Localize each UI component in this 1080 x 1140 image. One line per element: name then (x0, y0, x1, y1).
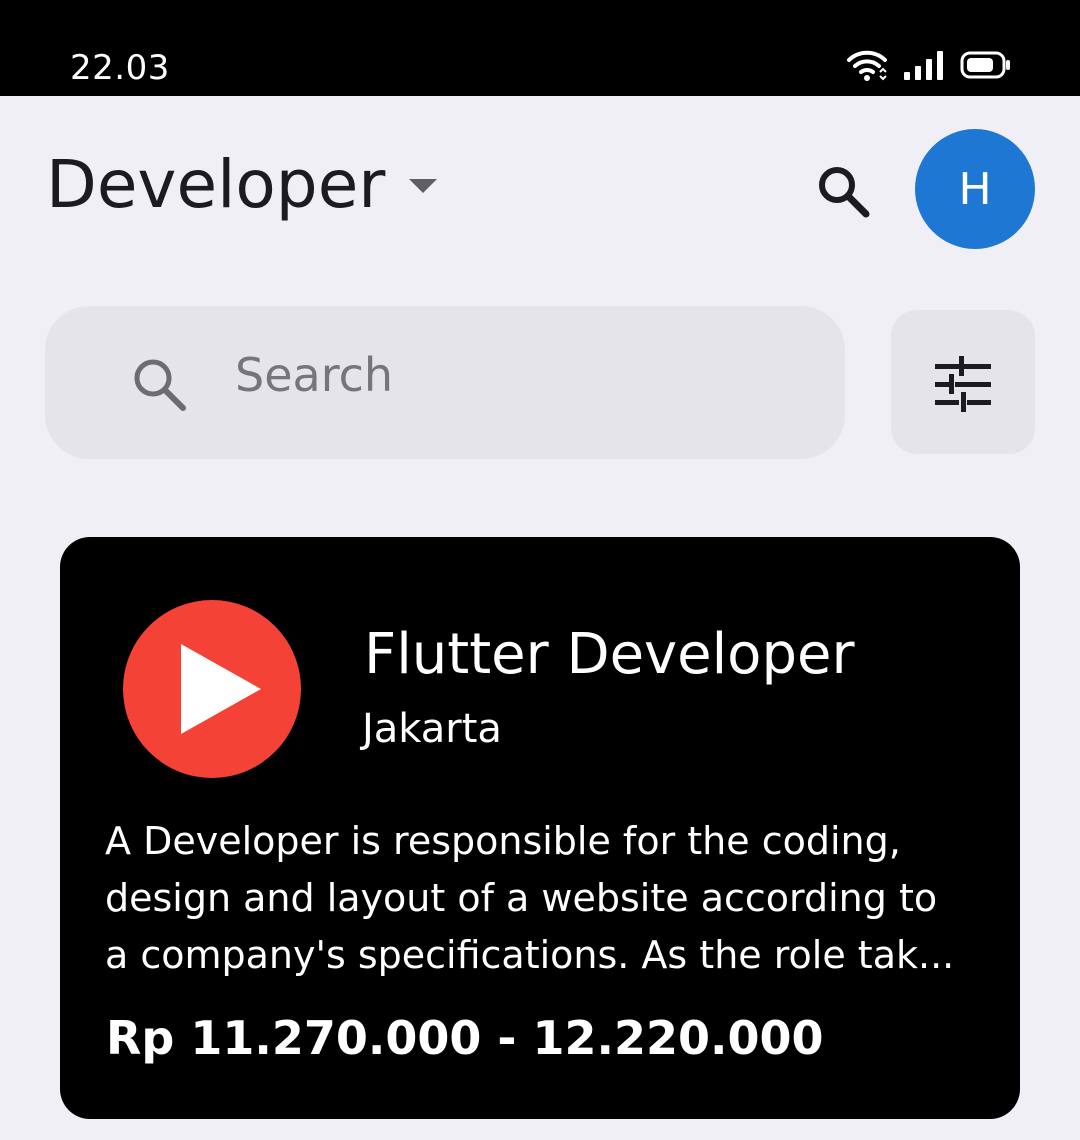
wifi-icon (846, 48, 888, 82)
category-dropdown[interactable]: Developer (46, 152, 439, 218)
signal-icon (904, 50, 944, 80)
company-logo (123, 600, 301, 778)
job-description-line: a company's specifications. As the role … (105, 933, 955, 977)
status-icons (846, 48, 1012, 82)
search-input[interactable]: Search (45, 306, 845, 459)
avatar-initial: H (958, 163, 992, 215)
search-placeholder: Search (235, 348, 394, 402)
play-icon (181, 644, 261, 734)
job-description-line: A Developer is responsible for the codin… (105, 819, 901, 863)
status-bar: 22.03 (0, 0, 1080, 96)
job-location: Jakarta (362, 706, 502, 752)
job-card[interactable]: Flutter Developer Jakarta A Developer is… (60, 537, 1020, 1119)
search-icon (812, 167, 876, 228)
header-search-button[interactable] (812, 160, 876, 224)
status-time: 22.03 (70, 48, 170, 88)
battery-icon (960, 51, 1012, 79)
caret-down-icon (407, 177, 439, 199)
job-title: Flutter Developer (364, 622, 855, 687)
job-description-line: design and layout of a website according… (105, 876, 938, 920)
filter-button[interactable] (891, 310, 1035, 454)
app-screen: 22.03 Developer H Search Flutter Develop… (0, 0, 1080, 1140)
search-icon (129, 354, 191, 420)
page-title: Developer (46, 146, 386, 223)
avatar[interactable]: H (915, 129, 1035, 249)
job-salary: Rp 11.270.000 - 12.220.000 (106, 1011, 824, 1065)
job-description: A Developer is responsible for the codin… (105, 813, 975, 984)
